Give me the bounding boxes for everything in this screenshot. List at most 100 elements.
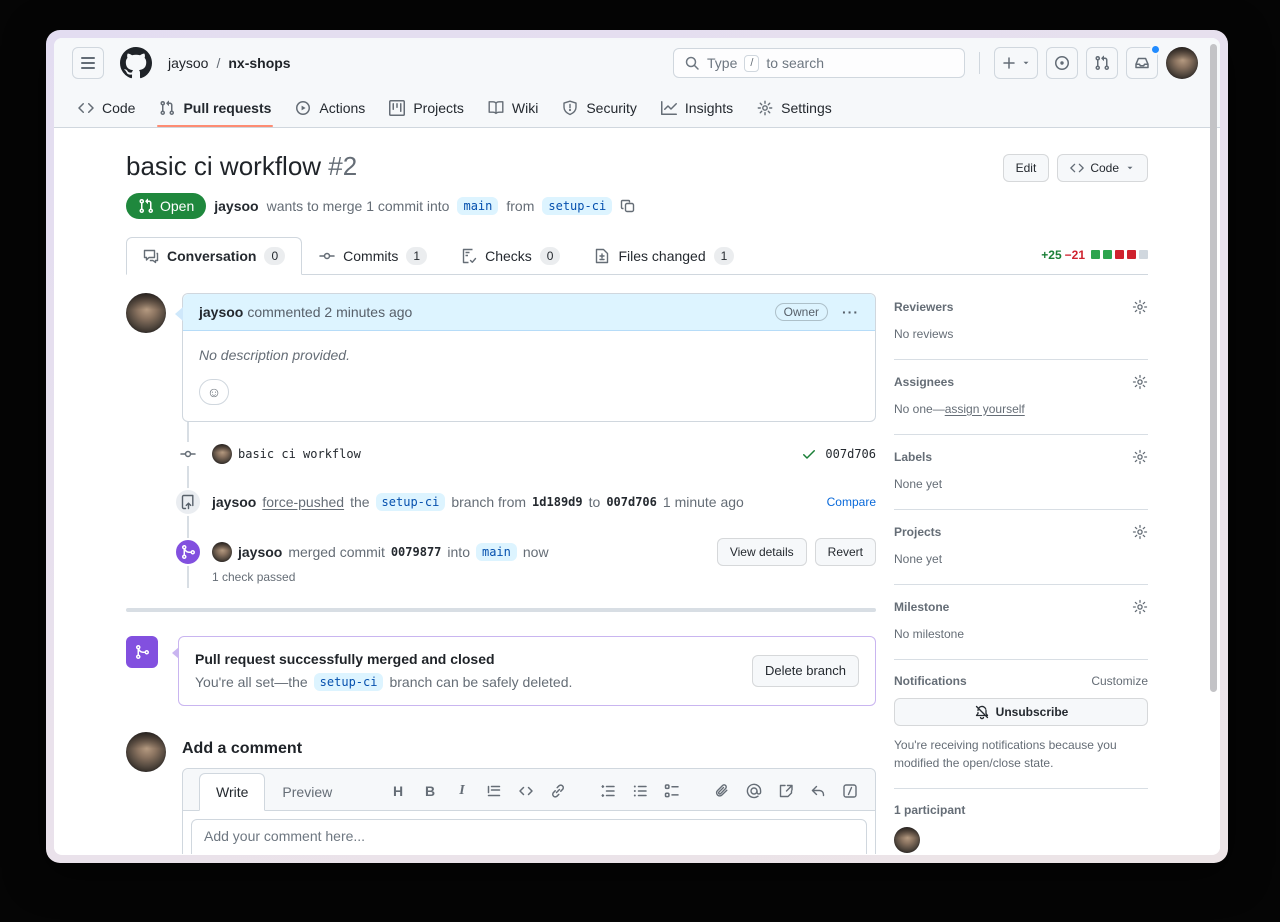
- commit-message[interactable]: basic ci workflow: [238, 447, 361, 461]
- sidebar-section-assignees: Assignees No one—assign yourself: [894, 360, 1148, 435]
- diff-block: [1103, 250, 1112, 259]
- reply-icon[interactable]: [809, 782, 827, 800]
- check-icon[interactable]: [801, 446, 817, 462]
- tab-label: Files changed: [618, 248, 705, 264]
- search-input[interactable]: Type / to search: [673, 48, 965, 78]
- event-text: merged commit: [288, 544, 384, 560]
- tab-label: Projects: [413, 100, 464, 116]
- unsubscribe-button[interactable]: Unsubscribe: [894, 698, 1148, 726]
- diffstat[interactable]: +25 −21: [1041, 248, 1148, 274]
- tab-code[interactable]: Code: [68, 88, 145, 127]
- mention-icon[interactable]: [745, 782, 763, 800]
- head-branch-label[interactable]: setup-ci: [314, 673, 384, 691]
- attach-file-icon[interactable]: [713, 782, 731, 800]
- heading-icon[interactable]: H: [389, 782, 407, 800]
- bold-icon[interactable]: B: [421, 782, 439, 800]
- vertical-scrollbar[interactable]: [1210, 44, 1217, 692]
- participant-avatar[interactable]: [894, 827, 920, 853]
- notifications-inbox-button[interactable]: [1126, 47, 1158, 79]
- gear-icon[interactable]: [1132, 449, 1148, 465]
- tab-insights[interactable]: Insights: [651, 88, 743, 127]
- user-avatar[interactable]: [1166, 47, 1198, 79]
- bullet-list-icon[interactable]: [631, 782, 649, 800]
- breadcrumb-user[interactable]: jaysoo: [168, 55, 208, 71]
- comment-author-avatar[interactable]: [126, 293, 166, 333]
- tab-files-changed[interactable]: Files changed 1: [577, 237, 751, 275]
- tab-pull-requests[interactable]: Pull requests: [149, 88, 281, 127]
- customize-link[interactable]: Customize: [1091, 674, 1148, 688]
- head-branch-label[interactable]: setup-ci: [376, 493, 446, 511]
- event-author[interactable]: jaysoo: [212, 494, 256, 510]
- create-new-button[interactable]: [994, 47, 1038, 79]
- sidebar-section-projects: Projects None yet: [894, 510, 1148, 585]
- tab-settings[interactable]: Settings: [747, 88, 842, 127]
- write-tab[interactable]: Write: [199, 773, 265, 811]
- slash-command-icon[interactable]: [841, 782, 859, 800]
- tab-conversation[interactable]: Conversation 0: [126, 237, 302, 275]
- pr-timeline: basic ci workflow 007d706: [126, 422, 876, 588]
- italic-icon[interactable]: I: [453, 782, 471, 800]
- event-author[interactable]: jaysoo: [238, 544, 282, 560]
- tab-security[interactable]: Security: [552, 88, 647, 127]
- issue-opened-icon: [1054, 55, 1070, 71]
- owner-badge: Owner: [775, 303, 828, 321]
- revert-button[interactable]: Revert: [815, 538, 876, 566]
- comment-author[interactable]: jaysoo: [199, 304, 243, 320]
- base-branch-label[interactable]: main: [476, 543, 517, 561]
- git-merge-icon: [126, 636, 158, 668]
- view-details-button[interactable]: View details: [717, 538, 807, 566]
- compare-link[interactable]: Compare: [827, 495, 876, 509]
- checks-passed-note[interactable]: 1 check passed: [212, 570, 876, 584]
- comment-textarea[interactable]: Add your comment here...: [191, 819, 867, 855]
- section-title[interactable]: Projects: [894, 525, 941, 539]
- task-list-icon[interactable]: [663, 782, 681, 800]
- link-icon[interactable]: [549, 782, 567, 800]
- section-title[interactable]: Reviewers: [894, 300, 953, 314]
- tab-checks[interactable]: Checks 0: [444, 237, 577, 275]
- assign-yourself-link[interactable]: assign yourself: [945, 402, 1025, 416]
- tab-wiki[interactable]: Wiki: [478, 88, 548, 127]
- chevron-down-icon: [1125, 163, 1135, 173]
- code-dropdown-button[interactable]: Code: [1057, 154, 1148, 182]
- gear-icon[interactable]: [1132, 374, 1148, 390]
- comment-options-kebab[interactable]: ···: [842, 304, 859, 320]
- quote-icon[interactable]: [485, 782, 503, 800]
- section-title[interactable]: Assignees: [894, 375, 954, 389]
- hamburger-menu-button[interactable]: [72, 47, 104, 79]
- tab-actions[interactable]: Actions: [285, 88, 375, 127]
- pull-requests-button[interactable]: [1086, 47, 1118, 79]
- code-icon[interactable]: [517, 782, 535, 800]
- breadcrumb-repo[interactable]: nx-shops: [228, 55, 290, 71]
- event-author-avatar[interactable]: [212, 542, 232, 562]
- commit-sha[interactable]: 007d706: [825, 447, 876, 461]
- bell-slash-icon: [974, 704, 990, 720]
- gear-icon[interactable]: [1132, 524, 1148, 540]
- section-title[interactable]: Labels: [894, 450, 932, 464]
- merged-sha[interactable]: 0079877: [391, 545, 442, 559]
- preview-tab[interactable]: Preview: [265, 773, 349, 811]
- new-sha[interactable]: 007d706: [606, 495, 657, 509]
- tab-commits[interactable]: Commits 1: [302, 237, 444, 275]
- issues-button[interactable]: [1046, 47, 1078, 79]
- tab-projects[interactable]: Projects: [379, 88, 474, 127]
- pr-author[interactable]: jaysoo: [214, 198, 258, 214]
- sidebar-section-participants: 1 participant: [894, 789, 1148, 855]
- gear-icon[interactable]: [1132, 599, 1148, 615]
- delete-branch-button[interactable]: Delete branch: [752, 655, 859, 687]
- head-branch-label[interactable]: setup-ci: [542, 197, 612, 215]
- tab-label: Checks: [485, 248, 532, 264]
- base-branch-label[interactable]: main: [457, 197, 498, 215]
- copy-icon[interactable]: [620, 198, 636, 214]
- add-reaction-button[interactable]: ☺: [199, 379, 229, 405]
- cross-reference-icon[interactable]: [777, 782, 795, 800]
- github-logo-icon[interactable]: [120, 47, 152, 79]
- event-time: 1 minute ago: [663, 494, 744, 510]
- old-sha[interactable]: 1d189d9: [532, 495, 583, 509]
- numbered-list-icon[interactable]: [599, 782, 617, 800]
- edit-button[interactable]: Edit: [1003, 154, 1050, 182]
- commit-author-avatar[interactable]: [212, 444, 232, 464]
- section-title[interactable]: Milestone: [894, 600, 949, 614]
- gear-icon[interactable]: [1132, 299, 1148, 315]
- graph-icon: [661, 100, 677, 116]
- pr-status-row: Open jaysoo wants to merge 1 commit into…: [126, 193, 1148, 219]
